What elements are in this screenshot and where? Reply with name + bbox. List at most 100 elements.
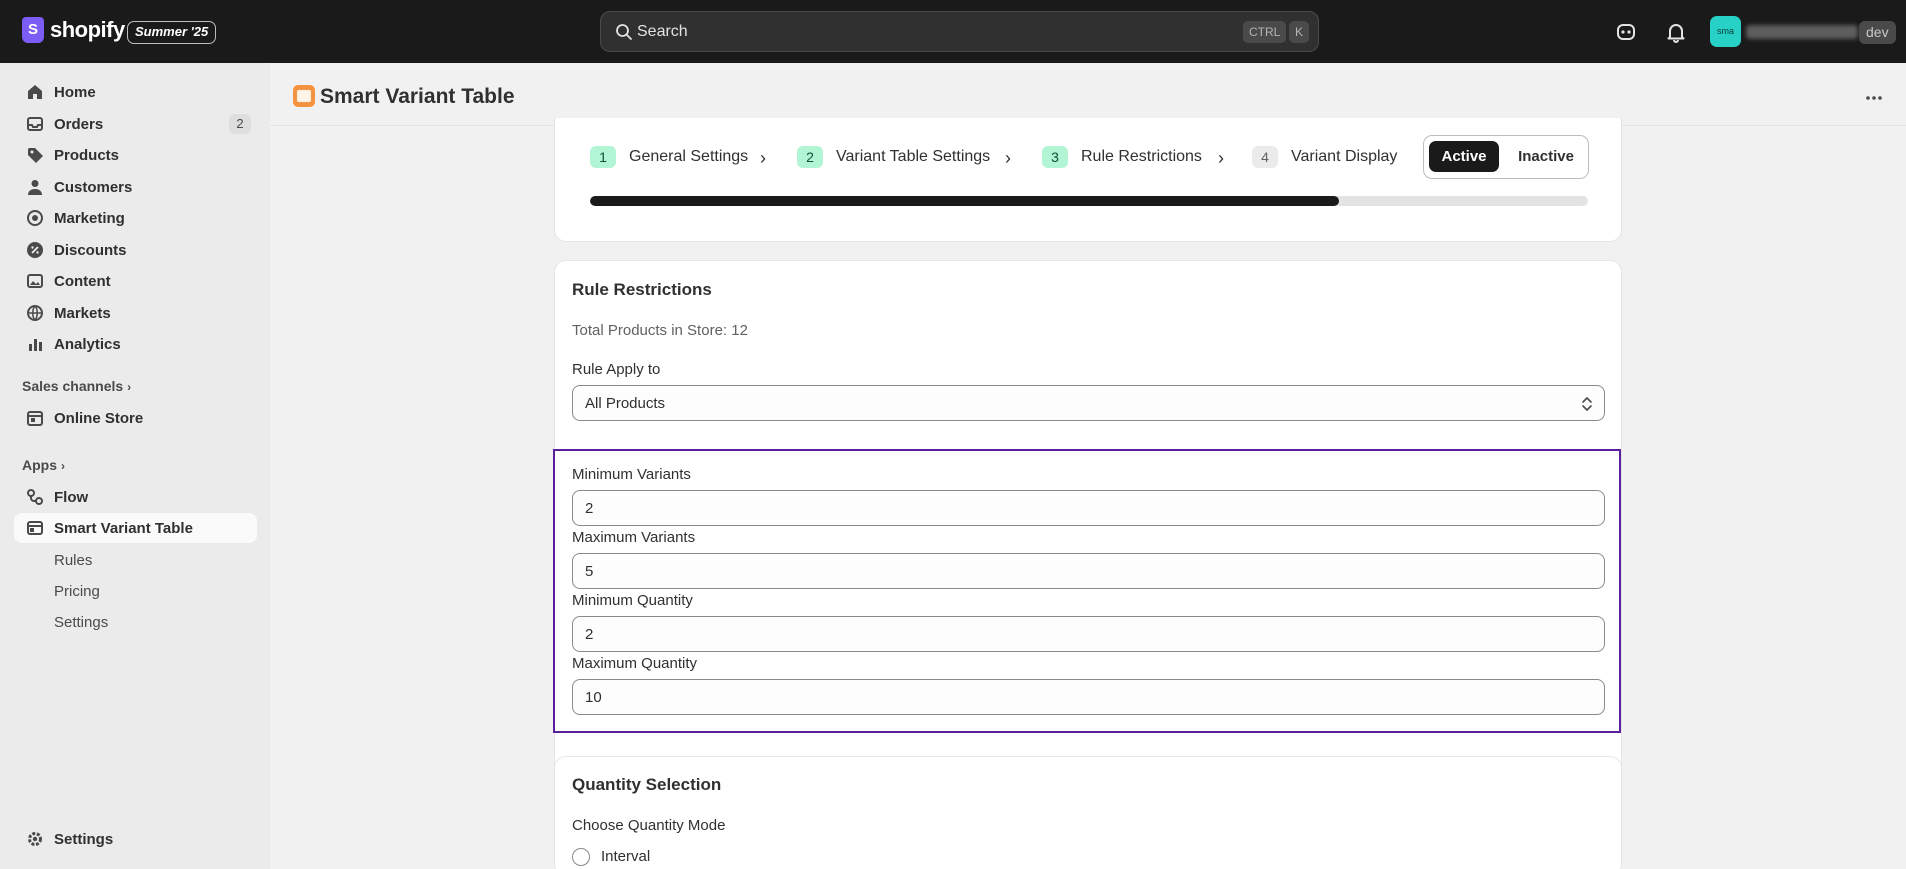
inactive-toggle-button[interactable]: Inactive [1509,141,1583,172]
sidebar-item-label: Flow [54,489,89,506]
store-tag: dev [1859,21,1896,44]
apps-header[interactable]: Apps › [22,457,65,473]
chevron-right-icon: › [1218,148,1224,168]
step-number: 1 [590,146,616,168]
bell-icon[interactable] [1664,20,1688,44]
step-number: 4 [1252,146,1278,168]
sidebar-item-markets[interactable]: Markets [14,298,257,328]
brand-name: shopify [50,17,125,42]
sidebar-item-label: Analytics [54,336,121,353]
search-placeholder: Search [637,23,688,40]
progress-fill [590,196,1339,206]
max-quantity-label: Maximum Quantity [572,655,698,672]
search-icon [616,24,632,40]
sidebar-item-home[interactable]: Home [14,77,257,107]
step-variant-table-settings[interactable]: 2 Variant Table Settings [797,146,990,168]
total-products-text: Total Products in Store: 12 [572,322,748,339]
sidebar-item-smart-variant-table[interactable]: Smart Variant Table [14,513,257,543]
sidebar-item-products[interactable]: Products [14,140,257,170]
sidebar-item-online-store[interactable]: Online Store [14,403,257,433]
gear-icon [28,832,42,846]
progress-bar [590,196,1588,206]
sidebar-item-settings[interactable]: Settings [14,824,257,854]
sidebar-item-label: Settings [54,831,114,848]
min-variants-label: Minimum Variants [572,466,691,483]
sidebar-item-label: Discounts [54,242,127,259]
step-general-settings[interactable]: 1 General Settings [590,146,748,168]
shopify-logo[interactable]: shopify [22,17,125,43]
globe-icon [27,305,43,321]
step-label: Variant Table Settings [836,148,991,165]
interval-radio[interactable] [572,848,590,866]
sidebar-subitem-settings[interactable]: Settings [54,614,108,631]
step-label: Variant Display [1291,148,1398,165]
sales-channels-header[interactable]: Sales channels › [22,378,131,394]
shortcut-k: K [1289,21,1310,43]
max-variants-input[interactable]: 5 [572,553,1605,589]
sidebar-subitem-pricing[interactable]: Pricing [54,583,100,600]
apps-label: Apps [22,457,57,473]
stepper-card: 1 General Settings › 2 Variant Table Set… [554,118,1622,242]
rule-apply-label: Rule Apply to [572,361,661,378]
status-toggle: Active Inactive [1423,135,1589,179]
shortcut-ctrl: CTRL [1243,21,1287,43]
search-bar[interactable]: Search CTRL K [600,11,1319,52]
orders-icon [27,117,43,131]
rule-apply-value: All Products [585,395,666,412]
max-quantity-value: 10 [585,689,602,706]
min-quantity-label: Minimum Quantity [572,592,693,609]
orders-count-badge: 2 [229,114,251,134]
store-name-redacted[interactable] [1746,25,1858,39]
sidebar-item-label: Markets [54,305,111,322]
sidebar-item-flow[interactable]: Flow [14,482,257,512]
min-variants-input[interactable]: 2 [572,490,1605,526]
sidebar-item-customers[interactable]: Customers [14,172,257,202]
page-header: Smart Variant Table [270,63,1906,126]
sidebar-item-label: Content [54,273,111,290]
sidebar-item-label: Customers [54,179,133,196]
max-variants-value: 5 [585,563,594,580]
flow-icon [27,489,43,505]
app-icon [293,85,315,107]
person-icon [28,180,42,195]
target-icon [27,210,43,226]
sidebar-item-discounts[interactable]: Discounts [14,235,257,265]
quantity-mode-label: Choose Quantity Mode [572,817,726,834]
chevron-right-icon: › [127,380,132,394]
store-avatar[interactable]: sma [1710,16,1741,47]
chevron-right-icon: › [760,148,766,168]
chevron-right-icon: › [61,459,65,473]
sidebar-item-orders[interactable]: Orders 2 [14,109,257,139]
table-app-icon [27,521,43,535]
more-actions-icon[interactable] [1864,88,1884,108]
active-toggle-button[interactable]: Active [1429,141,1499,172]
sidebar-item-label: Orders [54,116,104,133]
rule-apply-select[interactable]: All Products [572,385,1605,421]
tag-icon [28,148,43,163]
step-number: 3 [1042,146,1068,168]
step-variant-display[interactable]: 4 Variant Display [1252,146,1397,168]
step-rule-restrictions[interactable]: 3 Rule Restrictions [1042,146,1202,168]
rule-restrictions-title: Rule Restrictions [572,280,712,299]
edition-badge: Summer '25 [127,21,217,44]
max-quantity-input[interactable]: 10 [572,679,1605,715]
bar-chart-icon [29,339,42,351]
sidebar-item-label: Smart Variant Table [54,520,193,537]
sidebar-item-label: Online Store [54,410,144,427]
step-number: 2 [797,146,823,168]
max-variants-label: Maximum Variants [572,529,696,546]
sidekick-icon[interactable] [1614,20,1638,44]
interval-radio-label[interactable]: Interval [601,848,650,865]
sidebar-item-label: Marketing [54,210,125,227]
page-title: Smart Variant Table [320,85,515,108]
min-variants-value: 2 [585,500,594,517]
min-quantity-input[interactable]: 2 [572,616,1605,652]
home-icon [28,85,42,99]
sidebar-subitem-rules[interactable]: Rules [54,552,92,569]
sidebar-item-analytics[interactable]: Analytics [14,329,257,359]
step-label: Rule Restrictions [1081,148,1202,165]
content-icon [27,274,43,288]
sidebar-item-marketing[interactable]: Marketing [14,203,257,233]
min-quantity-value: 2 [585,626,594,643]
sidebar-item-content[interactable]: Content [14,266,257,296]
